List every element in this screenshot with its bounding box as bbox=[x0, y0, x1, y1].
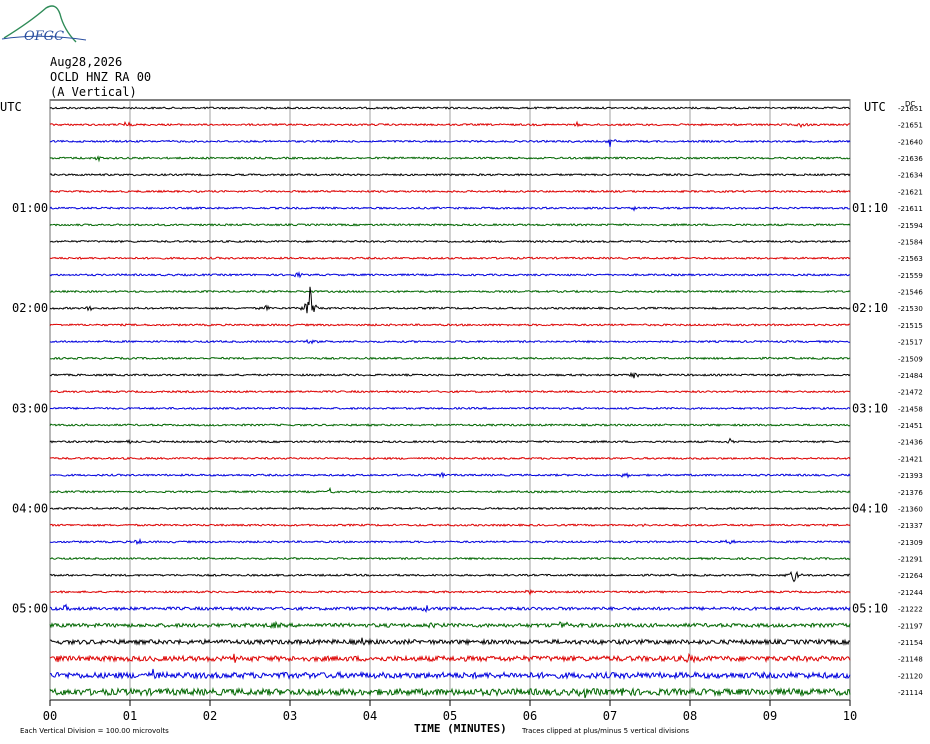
left-time-label: 02:00 bbox=[12, 301, 48, 315]
dc-offset-label: -21148 bbox=[898, 656, 923, 664]
dc-offset-label: -21634 bbox=[898, 172, 923, 180]
helicorder-plot: OFGC Aug28,2026 OCLD HNZ RA 00 (A Vertic… bbox=[0, 5, 923, 735]
dc-offset-label: -21291 bbox=[898, 556, 923, 564]
dc-offset-label: -21472 bbox=[898, 389, 923, 397]
left-time-label: 04:00 bbox=[12, 501, 48, 515]
footer-clip-note: Traces clipped at plus/minus 5 vertical … bbox=[521, 727, 689, 735]
right-time-label: 01:10 bbox=[852, 201, 888, 215]
right-time-label: 05:10 bbox=[852, 602, 888, 616]
dc-offset-label: -21651 bbox=[898, 122, 923, 130]
date-label: Aug28,2026 bbox=[50, 55, 122, 69]
x-tick-label: 06 bbox=[523, 709, 537, 723]
dc-offset-label: -21636 bbox=[898, 155, 923, 163]
dc-offset-label: -21509 bbox=[898, 355, 923, 363]
footer-scale-note: Each Vertical Division = 100.00 microvol… bbox=[20, 727, 169, 735]
x-tick-label: 02 bbox=[203, 709, 217, 723]
labels-layer: 00 01 02 03 04 05 06 07 08 09 10 -21651 -21651 -21640… bbox=[12, 105, 923, 723]
left-axis-label: UTC bbox=[0, 100, 22, 114]
dc-offset-label: -21244 bbox=[898, 589, 923, 597]
right-time-label: 03:10 bbox=[852, 401, 888, 415]
dc-offset-label: -21451 bbox=[898, 422, 923, 430]
dc-offset-label: -21436 bbox=[898, 439, 923, 447]
dc-offset-label: -21559 bbox=[898, 272, 923, 280]
dc-offset-label: -21376 bbox=[898, 489, 923, 497]
left-time-label: 03:00 bbox=[12, 401, 48, 415]
dc-offset-label: -21360 bbox=[898, 505, 923, 513]
x-axis-title: TIME (MINUTES) bbox=[414, 722, 507, 735]
component-label: (A Vertical) bbox=[50, 85, 137, 99]
x-tick-label: 05 bbox=[443, 709, 457, 723]
dc-offset-label: -21563 bbox=[898, 255, 923, 263]
dc-offset-label: -21484 bbox=[898, 372, 923, 380]
right-time-label: 04:10 bbox=[852, 501, 888, 515]
x-tick-label: 10 bbox=[843, 709, 857, 723]
right-axis-label: UTC bbox=[864, 100, 886, 114]
dc-offset-label: -21309 bbox=[898, 539, 923, 547]
x-tick-label: 00 bbox=[43, 709, 57, 723]
dc-offset-label: -21154 bbox=[898, 639, 923, 647]
dc-offset-label: -21611 bbox=[898, 205, 923, 213]
left-time-label: 05:00 bbox=[12, 602, 48, 616]
dc-offset-label: -21594 bbox=[898, 222, 923, 230]
dc-offset-label: -21640 bbox=[898, 138, 923, 146]
dc-offset-label: -21515 bbox=[898, 322, 923, 330]
dc-offset-label: -21393 bbox=[898, 472, 923, 480]
dc-offset-label: -21546 bbox=[898, 289, 923, 297]
x-tick-label: 08 bbox=[683, 709, 697, 723]
x-tick-label: 03 bbox=[283, 709, 297, 723]
dc-offset-label: -21458 bbox=[898, 405, 923, 413]
x-tick-label: 07 bbox=[603, 709, 617, 723]
x-tick-label: 01 bbox=[123, 709, 137, 723]
dc-offset-label: -21197 bbox=[898, 622, 923, 630]
dc-offset-label: -21621 bbox=[898, 188, 923, 196]
dc-offset-label: -21584 bbox=[898, 238, 923, 246]
dc-offset-label: -21517 bbox=[898, 339, 923, 347]
x-tick-label: 04 bbox=[363, 709, 377, 723]
logo-text: OFGC bbox=[24, 29, 64, 44]
dc-offset-label: -21337 bbox=[898, 522, 923, 530]
dc-offset-label: -21651 bbox=[898, 105, 923, 113]
station-label: OCLD HNZ RA 00 bbox=[50, 70, 151, 84]
right-time-label: 02:10 bbox=[852, 301, 888, 315]
x-tick-label: 09 bbox=[763, 709, 777, 723]
dc-offset-label: -21421 bbox=[898, 455, 923, 463]
dc-offset-label: -21120 bbox=[898, 672, 923, 680]
dc-offset-label: -21264 bbox=[898, 572, 923, 580]
dc-offset-label: -21530 bbox=[898, 305, 923, 313]
dc-offset-label: -21114 bbox=[898, 689, 923, 697]
dc-offset-label: -21222 bbox=[898, 606, 923, 614]
left-time-label: 01:00 bbox=[12, 201, 48, 215]
ofgc-logo: OFGC bbox=[1, 5, 87, 44]
